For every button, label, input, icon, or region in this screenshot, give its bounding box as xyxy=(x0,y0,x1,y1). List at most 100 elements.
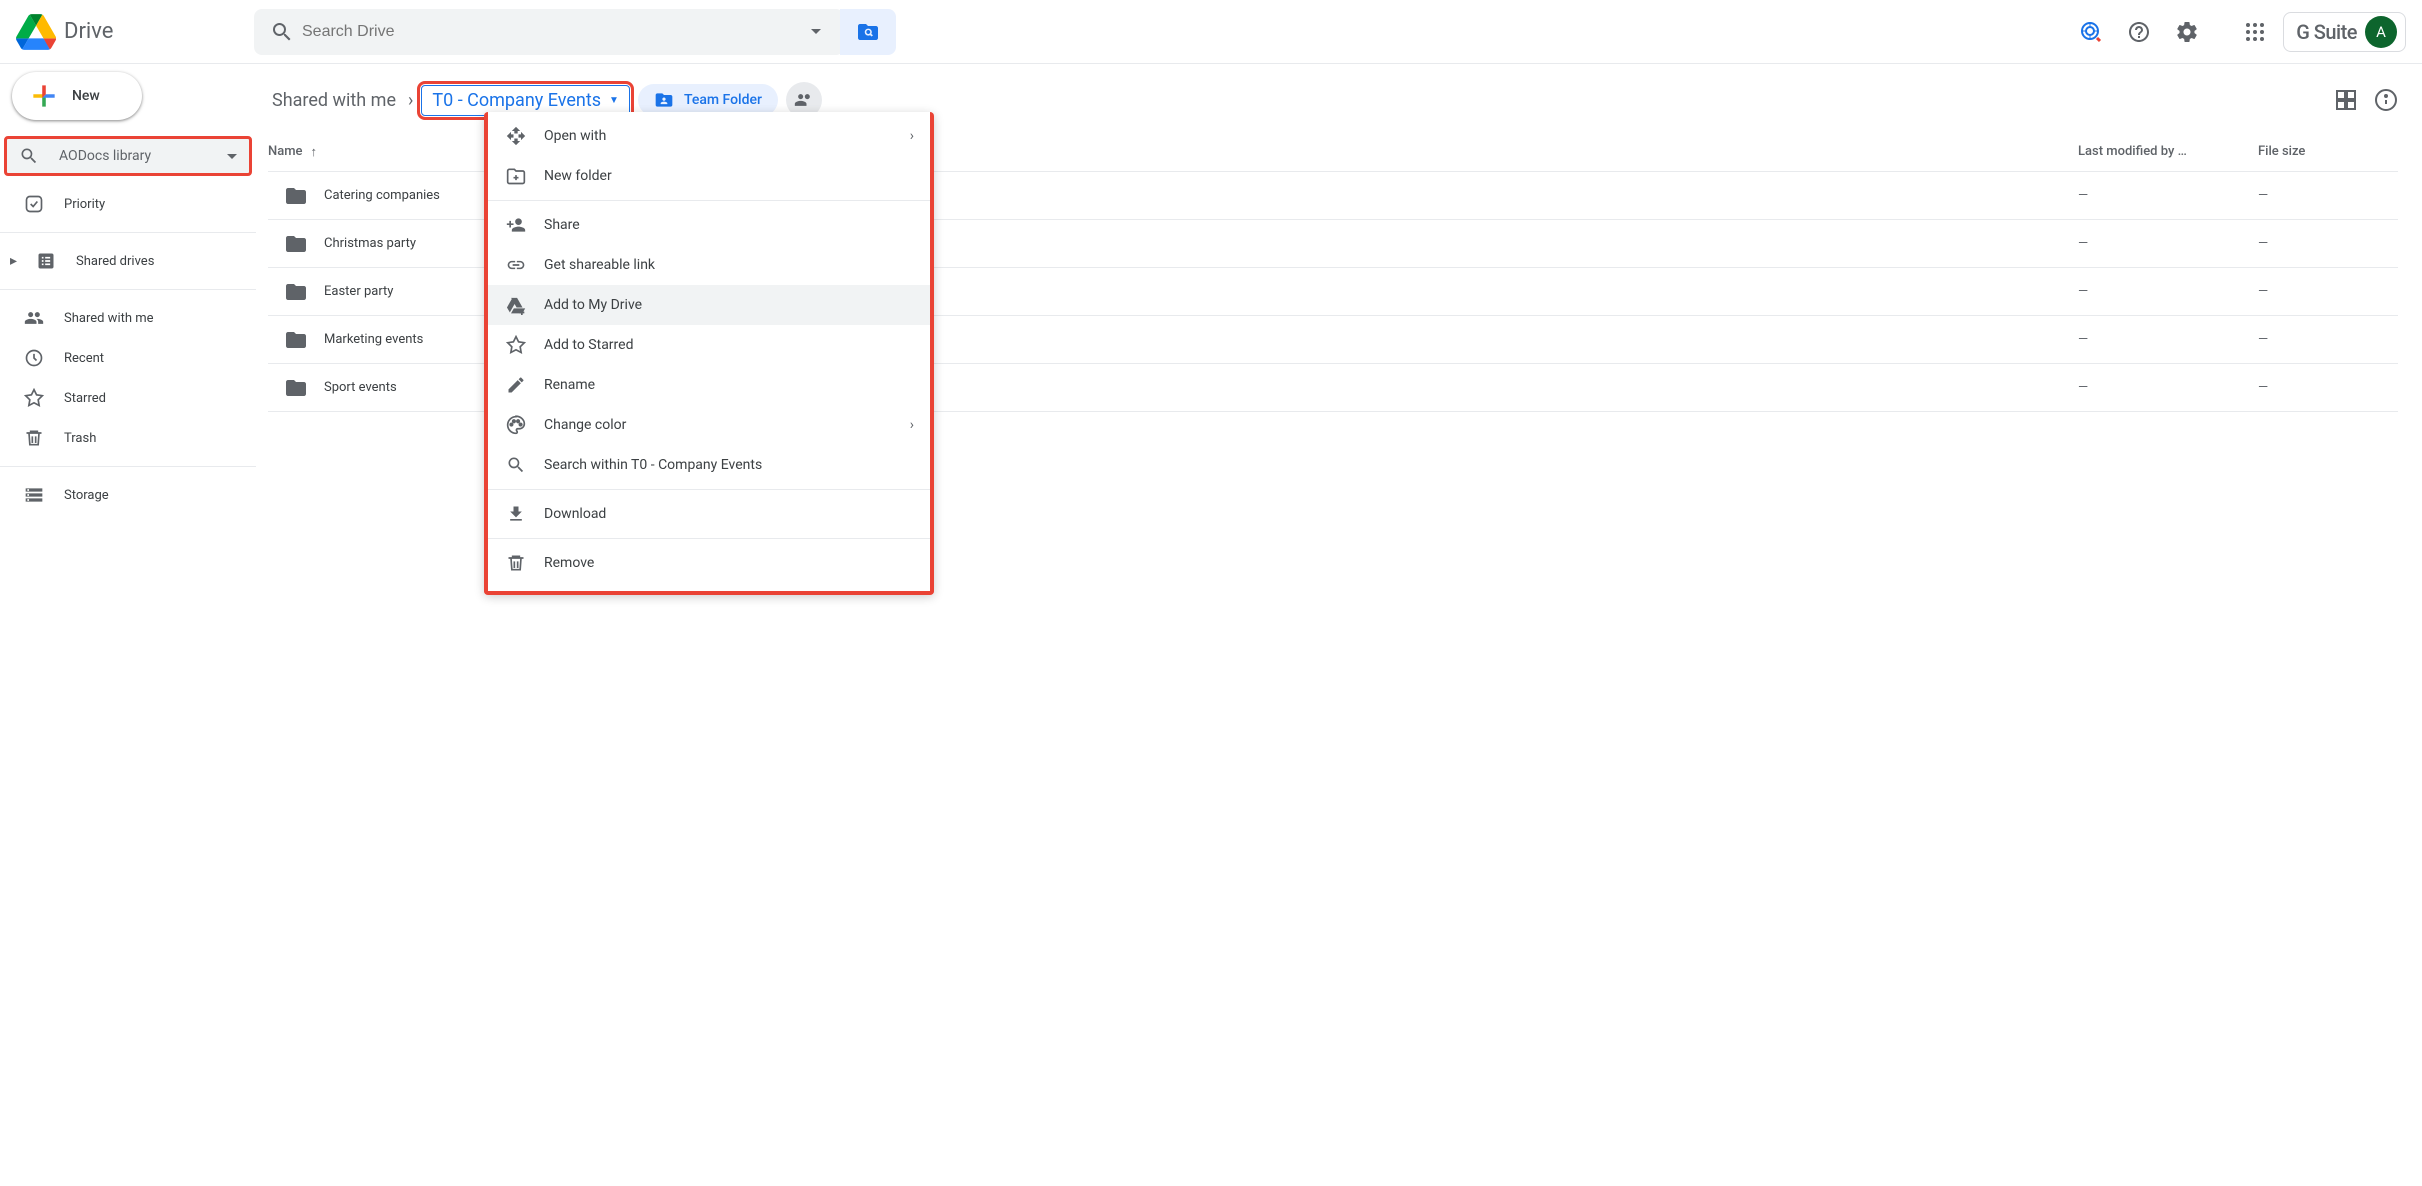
breadcrumb-root[interactable]: Shared with me xyxy=(268,86,400,115)
main-content: Shared with me › T0 - Company Events ▼ T… xyxy=(256,64,2422,523)
file-modified: — xyxy=(2078,236,2258,251)
share-icon xyxy=(504,213,528,237)
app-header: Drive G Suite A xyxy=(0,0,2422,64)
trash-icon xyxy=(504,551,528,575)
menu-label: Add to Starred xyxy=(544,337,633,353)
sidebar-item-recent[interactable]: Recent xyxy=(0,338,256,378)
search-box[interactable] xyxy=(254,9,844,55)
download-icon xyxy=(504,502,528,526)
menu-label: New folder xyxy=(544,168,612,184)
file-size: — xyxy=(2258,380,2398,395)
new-button-label: New xyxy=(72,88,100,104)
col-name-label: Name xyxy=(268,144,303,159)
open-with-icon xyxy=(504,124,528,148)
search-icon xyxy=(19,146,39,166)
menu-add-my-drive[interactable]: Add to My Drive xyxy=(488,285,930,325)
file-size: — xyxy=(2258,332,2398,347)
nav-group-4: Storage xyxy=(0,467,256,523)
settings-icon[interactable] xyxy=(2167,12,2207,52)
menu-add-starred[interactable]: Add to Starred xyxy=(488,325,930,365)
file-size: — xyxy=(2258,284,2398,299)
clock-icon xyxy=(24,348,44,368)
new-button[interactable]: New xyxy=(12,72,142,120)
nav-label: Starred xyxy=(64,391,106,406)
team-folder-icon xyxy=(654,90,674,110)
breadcrumb-current-label: T0 - Company Events xyxy=(432,90,601,111)
people-icon xyxy=(24,308,44,328)
chevron-right-icon: › xyxy=(910,417,914,433)
info-button[interactable] xyxy=(2374,88,2398,112)
file-modified: — xyxy=(2078,332,2258,347)
sidebar-item-shared-drives[interactable]: ▸ Shared drives xyxy=(0,241,256,281)
chevron-right-icon: › xyxy=(408,90,413,111)
menu-download[interactable]: Download xyxy=(488,494,930,534)
grid-view-button[interactable] xyxy=(2334,88,2358,112)
gsuite-label: G Suite xyxy=(2296,20,2357,44)
new-folder-icon xyxy=(504,164,528,188)
chevron-right-icon: ▸ xyxy=(10,253,22,269)
storage-icon xyxy=(24,485,44,505)
plus-icon xyxy=(28,80,60,112)
menu-change-color[interactable]: Change color › xyxy=(488,405,930,445)
column-size[interactable]: File size xyxy=(2258,144,2398,159)
sidebar-item-storage[interactable]: Storage xyxy=(0,475,256,515)
gsuite-badge[interactable]: G Suite A xyxy=(2283,12,2406,52)
trash-icon xyxy=(24,428,44,448)
file-modified: — xyxy=(2078,380,2258,395)
chevron-right-icon: › xyxy=(910,128,914,144)
apps-grid-icon[interactable] xyxy=(2235,12,2275,52)
menu-rename[interactable]: Rename xyxy=(488,365,930,405)
support-icon[interactable] xyxy=(2071,12,2111,52)
search-options-dropdown[interactable] xyxy=(796,29,836,34)
menu-share[interactable]: Share xyxy=(488,205,930,245)
search-icon[interactable] xyxy=(262,12,302,52)
sidebar-item-starred[interactable]: Starred xyxy=(0,378,256,418)
avatar[interactable]: A xyxy=(2365,16,2397,48)
help-icon[interactable] xyxy=(2119,12,2159,52)
link-icon xyxy=(504,253,528,277)
folder-icon xyxy=(284,376,308,400)
nav-label: Priority xyxy=(64,197,105,212)
nav-label: Recent xyxy=(64,351,104,366)
sidebar: New AODocs library AODocs library picker… xyxy=(0,64,256,523)
nav-group-1: Priority xyxy=(0,176,256,233)
menu-label: Rename xyxy=(544,377,595,393)
star-icon xyxy=(24,388,44,408)
breadcrumb-current-folder[interactable]: T0 - Company Events ▼ xyxy=(421,85,630,116)
search-input[interactable] xyxy=(302,23,796,41)
menu-open-with[interactable]: Open with › xyxy=(488,116,930,156)
folder-search-button[interactable] xyxy=(840,9,896,55)
nav-group-3: Shared with me Recent Starred Trash xyxy=(0,290,256,467)
menu-label: Share xyxy=(544,217,580,233)
sidebar-item-shared-with-me[interactable]: Shared with me xyxy=(0,298,256,338)
menu-new-folder[interactable]: New folder xyxy=(488,156,930,196)
file-size: — xyxy=(2258,236,2398,251)
dropdown-icon xyxy=(227,154,237,159)
file-size: — xyxy=(2258,188,2398,203)
nav-label: Shared drives xyxy=(76,254,154,269)
drive-logo[interactable]: Drive xyxy=(16,12,113,52)
menu-get-link[interactable]: Get shareable link xyxy=(488,245,930,285)
file-modified: — xyxy=(2078,284,2258,299)
search-icon xyxy=(504,453,528,477)
view-controls xyxy=(2334,88,2398,112)
pencil-icon xyxy=(504,373,528,397)
menu-label: Open with xyxy=(544,128,606,144)
sort-arrow-up-icon: ↑ xyxy=(311,144,318,160)
menu-label: Get shareable link xyxy=(544,257,655,273)
aodocs-picker-label: AODocs library xyxy=(59,148,207,164)
menu-label: Search within T0 - Company Events xyxy=(544,457,762,473)
folder-context-menu: Open with › New folder Share Get shareab… xyxy=(484,112,934,595)
palette-icon xyxy=(504,413,528,437)
sidebar-item-trash[interactable]: Trash xyxy=(0,418,256,458)
menu-label: Change color xyxy=(544,417,626,433)
drive-add-icon xyxy=(504,293,528,317)
people-icon xyxy=(794,90,814,110)
column-modified[interactable]: Last modified by … xyxy=(2078,144,2258,159)
folder-icon xyxy=(284,232,308,256)
sidebar-item-priority[interactable]: Priority xyxy=(0,184,256,224)
menu-remove[interactable]: Remove xyxy=(488,543,930,583)
aodocs-library-picker[interactable]: AODocs library xyxy=(4,136,252,176)
header-right: G Suite A xyxy=(2071,12,2406,52)
menu-search-within[interactable]: Search within T0 - Company Events xyxy=(488,445,930,485)
